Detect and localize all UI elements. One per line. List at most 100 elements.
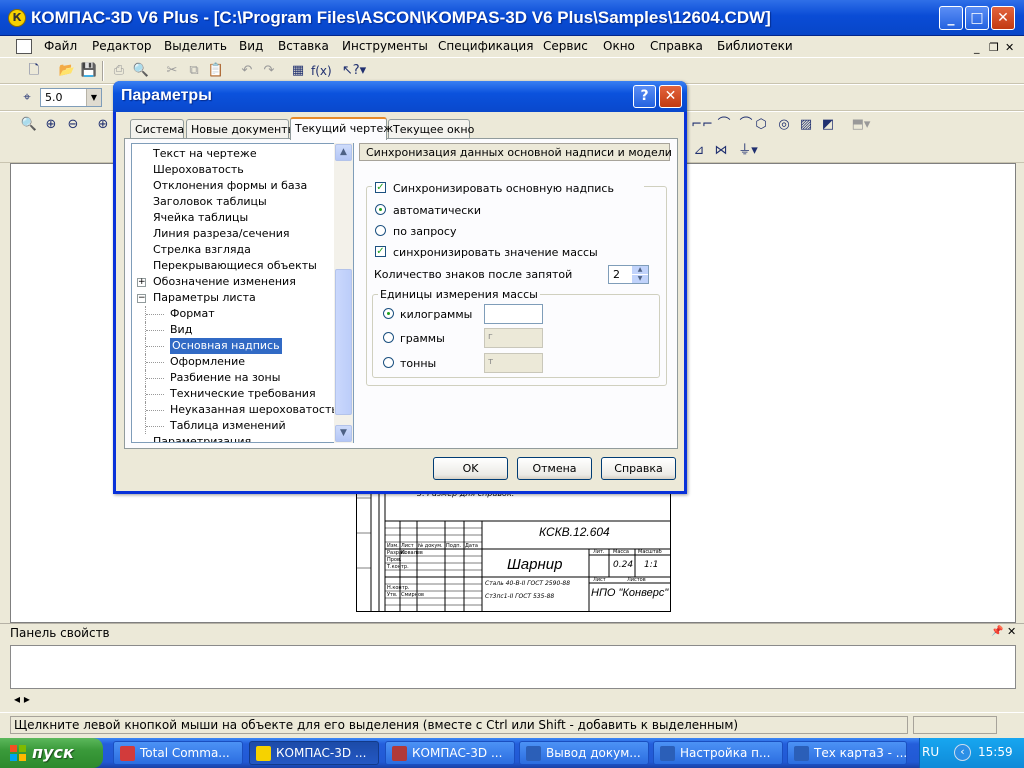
document-icon[interactable] (16, 39, 32, 54)
collapse-icon[interactable]: − (137, 294, 146, 303)
dialog-close-button[interactable]: ✕ (659, 85, 682, 108)
tree-node[interactable]: Отклонения формы и база (153, 178, 307, 194)
tree-node[interactable]: Шероховатость (153, 162, 244, 178)
tree-node[interactable]: Параметры листа (153, 290, 256, 306)
menu-item[interactable]: Окно (603, 39, 635, 53)
menu-item[interactable]: Справка (650, 39, 703, 53)
fill-icon[interactable]: ◩ (819, 116, 837, 134)
sync-checkbox[interactable]: ✓ (375, 182, 386, 193)
menu-item[interactable]: Выделить (164, 39, 227, 53)
taskbar-button[interactable]: Total Comma... (113, 741, 243, 765)
roughness-icon[interactable]: ⏚▾ (734, 142, 762, 160)
kompas-app-icon[interactable]: К (8, 9, 26, 27)
ok-button[interactable]: OK (433, 457, 508, 480)
mass-sync-checkbox[interactable]: ✓ (375, 246, 386, 257)
help-button[interactable]: Справка (601, 457, 676, 480)
chamfer-icon[interactable]: ⌐⌐ (690, 116, 714, 134)
mdi-minimize-icon[interactable]: _ (974, 41, 980, 54)
decimals-spinner[interactable]: 2 ▲ ▼ (608, 265, 649, 284)
zoom-scale-icon[interactable]: ⊕ (94, 116, 112, 134)
menu-item[interactable]: Спецификация (438, 39, 533, 53)
tree-node[interactable]: Текст на чертеже (153, 146, 257, 162)
cancel-button[interactable]: Отмена (517, 457, 592, 480)
taskbar-button[interactable]: КОМПАС-3D ... (385, 741, 515, 765)
menu-item[interactable]: Библиотеки (717, 39, 793, 53)
tree-node[interactable]: Линия разреза/сечения (153, 226, 290, 242)
tab-new-documents[interactable]: Новые документы (186, 119, 296, 139)
tree-node[interactable]: Оформление (170, 354, 245, 370)
function-icon[interactable]: f(x) (311, 62, 332, 80)
close-button[interactable]: ✕ (991, 6, 1015, 30)
dimension-icon[interactable]: ⊿ (690, 142, 708, 160)
open-folder-icon[interactable]: 📂 (58, 62, 76, 80)
maximize-button[interactable]: □ (965, 6, 989, 30)
request-radio[interactable] (375, 225, 386, 236)
redo-icon[interactable]: ↷ (260, 62, 278, 80)
pin-icon[interactable]: 📌 (991, 626, 1003, 637)
tree-node[interactable]: Параметризация (153, 434, 251, 442)
step-combo[interactable]: 5.0 ▼ (40, 88, 102, 107)
tree-node[interactable]: Стрелка взгляда (153, 242, 251, 258)
menu-item[interactable]: Редактор (92, 39, 151, 53)
unit-g-field[interactable]: г (484, 328, 543, 348)
insert-fragment-icon[interactable]: ⬒▾ (847, 116, 875, 134)
print-icon[interactable]: ⎙ (110, 62, 128, 80)
taskbar-button[interactable]: КОМПАС-3D ... (249, 741, 379, 765)
scroll-up-icon[interactable]: ▲ (335, 144, 352, 161)
mdi-restore-icon[interactable]: ❐ (989, 41, 999, 54)
cut-icon[interactable]: ✂ (163, 62, 181, 80)
scroll-thumb[interactable] (335, 269, 352, 415)
menu-item[interactable]: Сервис (543, 39, 588, 53)
spin-up-icon[interactable]: ▲ (632, 266, 648, 274)
menu-item[interactable]: Вид (239, 39, 263, 53)
unit-g-radio[interactable] (383, 332, 394, 343)
tree-node[interactable]: Перекрывающиеся объекты (153, 258, 317, 274)
tree-node[interactable]: Вид (170, 322, 192, 338)
unit-kg-radio[interactable] (383, 308, 394, 319)
tree-node[interactable]: Разбиение на зоны (170, 370, 280, 386)
start-button[interactable]: пуск (0, 738, 103, 768)
taskbar-button[interactable]: Настройка п... (653, 741, 783, 765)
tree-node[interactable]: Формат (170, 306, 215, 322)
fillet-icon[interactable]: ⌒ (715, 116, 733, 134)
new-file-icon[interactable]: 🗋 (25, 62, 43, 80)
menu-item[interactable]: Вставка (278, 39, 329, 53)
tray-arrow-icon[interactable]: ‹ (954, 744, 971, 761)
copy-icon[interactable]: ⧉ (185, 62, 203, 80)
expand-icon[interactable]: + (137, 278, 146, 287)
tree-node[interactable]: Неуказанная шероховатость (170, 402, 338, 418)
dialog-help-button[interactable]: ? (633, 85, 656, 108)
auto-radio[interactable] (375, 204, 386, 215)
leader-icon[interactable]: ⋈ (712, 142, 730, 160)
mdi-close-icon[interactable]: ✕ (1005, 41, 1014, 54)
zoom-out-icon[interactable]: ⊖ (64, 116, 82, 134)
paste-icon[interactable]: 📋 (207, 62, 225, 80)
tab-current-window[interactable]: Текущее окно (388, 119, 474, 139)
tab-system[interactable]: Система (130, 119, 184, 139)
polygon-icon[interactable]: ⬡ (752, 116, 770, 134)
spin-down-icon[interactable]: ▼ (632, 275, 648, 283)
taskbar-button[interactable]: Вывод докум... (519, 741, 649, 765)
print-preview-icon[interactable]: 🔍 (132, 62, 150, 80)
panel-close-icon[interactable]: ✕ (1007, 625, 1016, 638)
unit-t-field[interactable]: т (484, 353, 543, 373)
context-help-icon[interactable]: ↖?▾ (340, 62, 368, 80)
undo-icon[interactable]: ↶ (238, 62, 256, 80)
save-icon[interactable]: 💾 (80, 62, 98, 80)
settings-tree[interactable]: Текст на чертеже Шероховатость Отклонения … (131, 143, 354, 443)
menu-item[interactable]: Инструменты (342, 39, 428, 53)
tree-scrollbar[interactable]: ▲ ▼ (334, 143, 353, 443)
hatch-icon[interactable]: ▨ (797, 116, 815, 134)
tree-node[interactable]: Обозначение изменения (153, 274, 296, 290)
scroll-down-icon[interactable]: ▼ (335, 425, 352, 442)
language-indicator[interactable]: RU (922, 745, 939, 759)
minimize-button[interactable]: _ (939, 6, 963, 30)
equidistant-icon[interactable]: ◎ (775, 116, 793, 134)
tree-node[interactable]: Ячейка таблицы (153, 210, 248, 226)
calculator-icon[interactable]: ▦ (289, 62, 307, 80)
tree-node[interactable]: Основная надпись (170, 338, 282, 354)
tree-node[interactable]: Таблица изменений (170, 418, 286, 434)
zoom-window-icon[interactable]: 🔍 (20, 116, 38, 134)
zoom-in-icon[interactable]: ⊕ (42, 116, 60, 134)
properties-panel-body[interactable] (10, 645, 1016, 689)
